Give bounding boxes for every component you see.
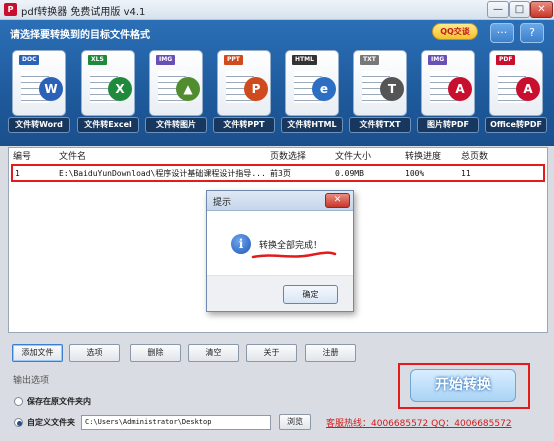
format-label: 文件转PPT [213,117,275,133]
format-label: 文件转HTML [281,117,343,133]
format-glyph-icon: ▲ [176,77,200,101]
title-bar: P pdf转换器 免费试用版 v4.1 — □ ✕ [0,0,554,20]
format-tag: HTML [292,55,317,65]
format-glyph-icon: P [244,77,268,101]
save-original-label: 保存在原文件夹内 [27,397,91,406]
format-tile-word[interactable]: DOC W 文件转Word [8,50,70,138]
options-button[interactable]: 选项 [69,344,120,362]
app-icon: P [4,3,17,16]
format-glyph-icon: T [380,77,404,101]
message-icon: ··· [496,26,508,39]
col-header-total-pages[interactable]: 总页数 [461,149,488,165]
red-underline-annotation [251,251,337,259]
format-excel-icon: XLS X [81,50,135,116]
format-tag: DOC [19,55,40,65]
format-label: 图片转PDF [417,117,479,133]
help-button[interactable]: ? [520,23,544,43]
window-title: pdf转换器 免费试用版 v4.1 [21,7,146,18]
col-header-page-select[interactable]: 页数选择 [270,149,306,165]
col-header-file-size[interactable]: 文件大小 [335,149,371,165]
format-label: 文件转图片 [145,117,207,133]
cell-file-size: 0.09MB [335,169,364,178]
prompt-dialog: 提示 ✕ i 转换全部完成！ 确定 [206,190,354,312]
cell-progress: 100% [405,169,425,178]
dialog-title-bar[interactable]: 提示 ✕ [207,191,353,211]
add-file-button[interactable]: 添加文件 [12,344,63,362]
format-tile-image[interactable]: IMG ▲ 文件转图片 [145,50,207,138]
format-word-icon: DOC W [12,50,66,116]
format-glyph-icon: A [516,77,540,101]
format-tag: IMG [428,55,448,65]
custom-folder-radio[interactable] [14,418,23,427]
format-tag: XLS [88,55,107,65]
panel-heading: 请选择要转换到的目标文件格式 [10,30,150,41]
format-office-to-pdf-icon: PDF A [489,50,543,116]
dialog-title: 提示 [213,198,232,208]
format-tile-office-to-pdf[interactable]: PDF A Office转PDF [485,50,547,138]
format-glyph-icon: W [39,77,63,101]
format-tag: TXT [360,55,379,65]
format-tile-image-to-pdf[interactable]: IMG A 图片转PDF [417,50,479,138]
format-tile-txt[interactable]: TXT T 文件转TXT [349,50,411,138]
delete-button[interactable]: 删除 [130,344,181,362]
cell-total-pages: 11 [461,169,471,178]
info-icon: i [231,234,251,254]
output-path-input[interactable]: C:\Users\Administrator\Desktop [81,415,271,430]
start-convert-button[interactable]: 开始转换 [410,369,516,402]
format-glyph-icon: X [108,77,132,101]
format-label: Office转PDF [485,117,547,133]
custom-folder-label: 自定义文件夹 [27,418,75,427]
ok-button[interactable]: 确定 [283,285,338,304]
col-header-progress[interactable]: 转换进度 [405,149,441,165]
dialog-close-button[interactable]: ✕ [325,193,350,208]
col-header-filename[interactable]: 文件名 [59,149,86,165]
col-header-index[interactable]: 编号 [13,149,31,165]
output-options-label: 输出选项 [13,376,50,386]
format-image-to-pdf-icon: IMG A [421,50,475,116]
format-tag: PDF [496,55,516,65]
format-label: 文件转TXT [349,117,411,133]
format-tile-html[interactable]: HTML e 文件转HTML [281,50,343,138]
message-button[interactable]: ··· [490,23,514,43]
qq-chat-button[interactable]: QQ交谈 [432,23,478,40]
format-panel: 请选择要转换到的目标文件格式 QQ交谈 ··· ? DOC W 文件转Word XLS… [0,20,554,146]
format-tag: IMG [156,55,176,65]
browse-button[interactable]: 浏览 [279,414,311,430]
format-glyph-icon: A [448,77,472,101]
format-glyph-icon: e [312,77,336,101]
cell-index: 1 [15,169,20,178]
maximize-button[interactable]: □ [509,1,530,18]
clear-button[interactable]: 清空 [188,344,239,362]
cell-filename: E:\BaiduYunDownload\程序设计基础课程设计指导... [59,169,264,178]
help-icon: ? [529,26,535,39]
format-txt-icon: TXT T [353,50,407,116]
close-button[interactable]: ✕ [530,1,553,18]
format-label: 文件转Excel [77,117,139,133]
minimize-button[interactable]: — [487,1,509,18]
format-image-icon: IMG ▲ [149,50,203,116]
format-tile-excel[interactable]: XLS X 文件转Excel [77,50,139,138]
cell-page-select[interactable]: 前3页 [270,166,291,182]
format-tag: PPT [224,55,243,65]
save-original-radio[interactable] [14,397,23,406]
about-button[interactable]: 关于 [246,344,297,362]
support-hotline-link[interactable]: 客服热线：4006685572 QQ：4006685572 [326,416,512,429]
format-label: 文件转Word [8,117,70,133]
format-tile-ppt[interactable]: PPT P 文件转PPT [213,50,275,138]
register-button[interactable]: 注册 [305,344,356,362]
format-ppt-icon: PPT P [217,50,271,116]
format-html-icon: HTML e [285,50,339,116]
